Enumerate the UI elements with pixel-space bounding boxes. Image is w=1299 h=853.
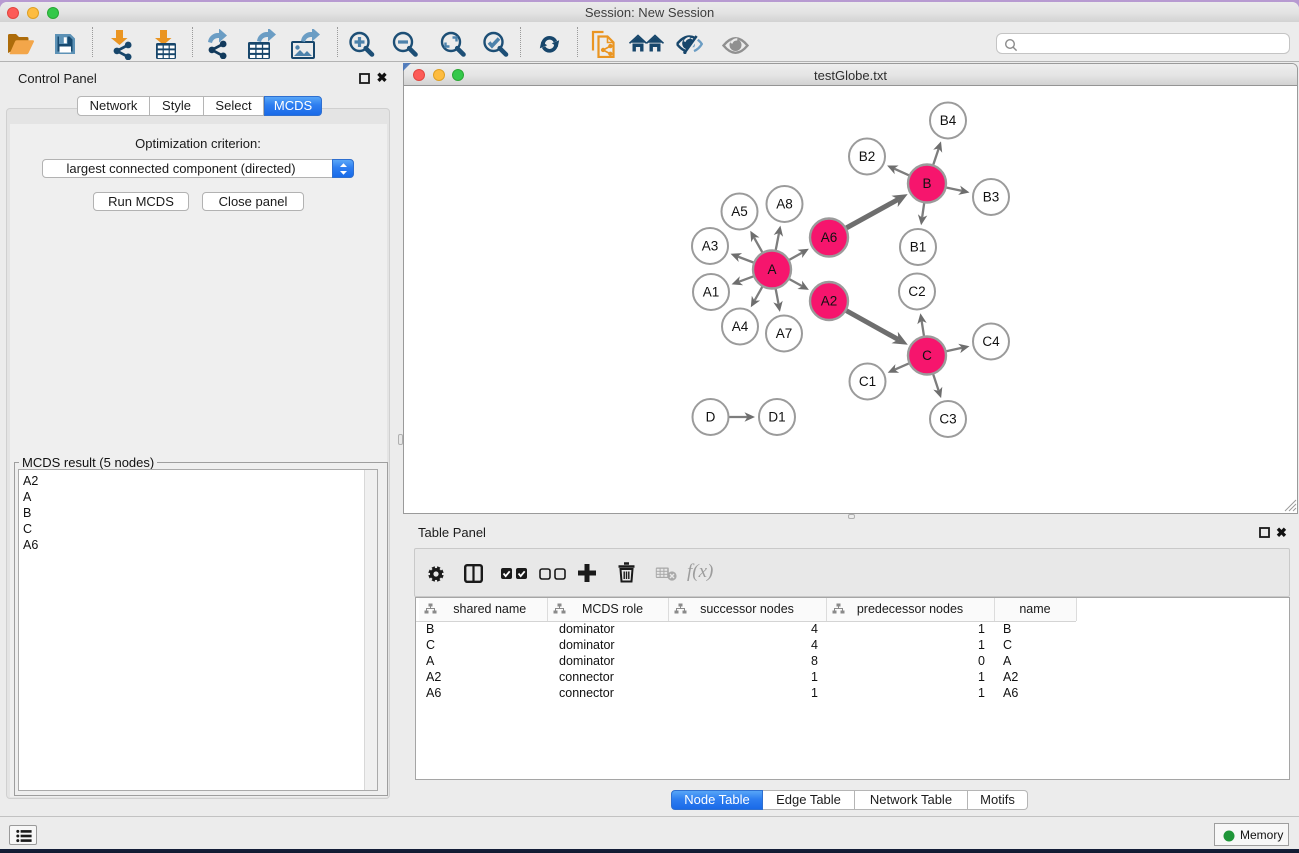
svg-text:B4: B4 bbox=[940, 113, 957, 128]
svg-text:B: B bbox=[922, 176, 931, 191]
svg-text:A2: A2 bbox=[821, 294, 838, 309]
svg-text:B2: B2 bbox=[859, 149, 876, 164]
svg-text:A3: A3 bbox=[702, 239, 719, 254]
svg-text:A8: A8 bbox=[776, 197, 793, 212]
svg-text:A: A bbox=[767, 262, 776, 277]
svg-text:A1: A1 bbox=[703, 285, 720, 300]
svg-text:A7: A7 bbox=[776, 326, 793, 341]
svg-text:D1: D1 bbox=[768, 410, 785, 425]
svg-text:C: C bbox=[922, 348, 932, 363]
svg-text:C4: C4 bbox=[982, 334, 1000, 349]
svg-text:B1: B1 bbox=[910, 240, 927, 255]
svg-text:A4: A4 bbox=[732, 319, 749, 334]
svg-text:C1: C1 bbox=[859, 374, 876, 389]
svg-text:C2: C2 bbox=[908, 284, 925, 299]
svg-text:D: D bbox=[706, 410, 716, 425]
svg-text:A6: A6 bbox=[821, 230, 838, 245]
svg-text:A5: A5 bbox=[731, 204, 748, 219]
svg-text:C3: C3 bbox=[939, 412, 956, 427]
svg-text:B3: B3 bbox=[983, 190, 1000, 205]
